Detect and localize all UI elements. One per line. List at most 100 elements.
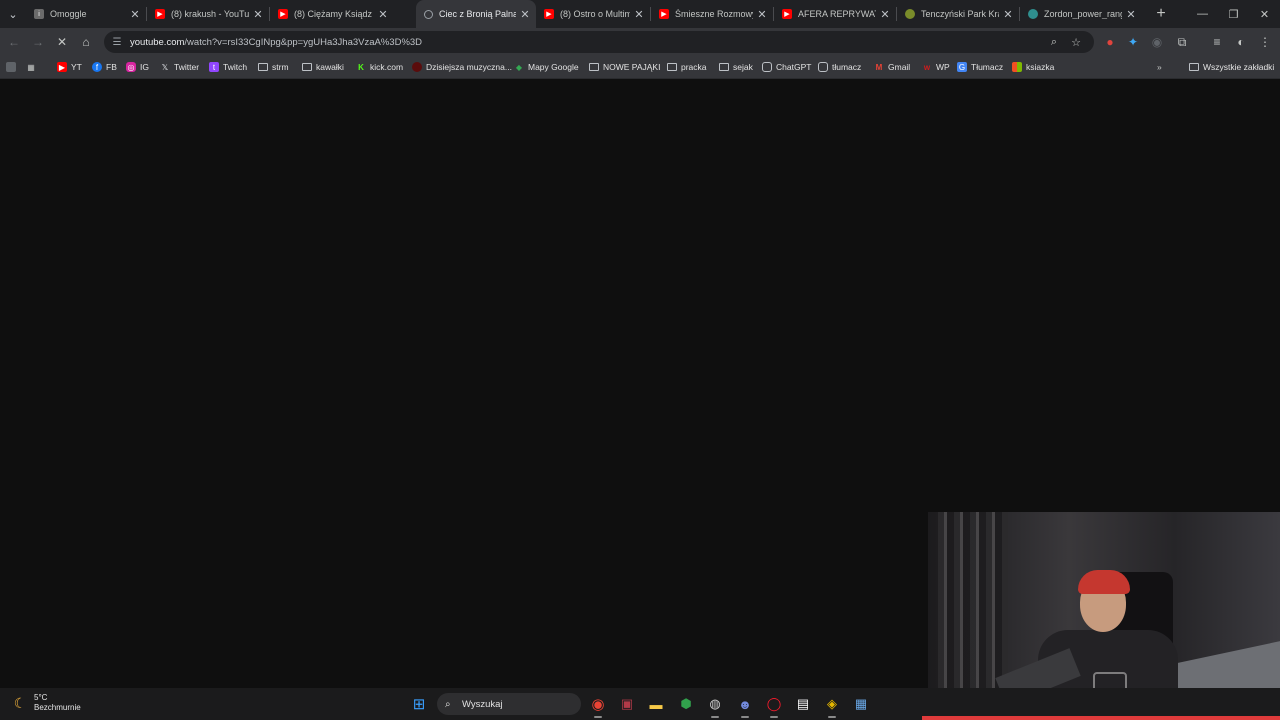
close-window-icon[interactable]: ✕	[1249, 0, 1280, 28]
bookmark-muzyczna[interactable]: Dzisiejsza muzyczna...	[412, 60, 512, 74]
bookmark-gmail[interactable]: M Gmail	[874, 60, 911, 74]
translate-icon	[818, 62, 828, 72]
bookmark-folder-sejak[interactable]: sejak	[719, 60, 753, 74]
site-info-icon[interactable]: ☰	[110, 37, 124, 48]
steam-icon[interactable]: ◍	[706, 695, 724, 713]
bookmark-kick[interactable]: Kkick.com	[356, 60, 403, 74]
bookmark-ksiazka[interactable]: ksiazka	[1012, 60, 1054, 74]
back-arrow-icon[interactable]: ←	[4, 32, 24, 52]
chrome-icon[interactable]: ◉	[589, 695, 607, 713]
browser-toolbar: ← → ✕ ⌂ ☰ youtube.com/watch?v=rsI33CgINp…	[0, 28, 1280, 56]
tab-ostro[interactable]: ▶ (8) Ostro o Multim # ✕	[536, 0, 650, 28]
gmail-icon: M	[875, 62, 883, 72]
tab-tenczynski[interactable]: Tenczyński Park Kraje ✕	[897, 0, 1019, 28]
running-indicator	[711, 716, 719, 718]
taskbar-search[interactable]: ⌕ Wyszukaj	[437, 693, 581, 715]
bookmarks-overflow-chevron-icon[interactable]: »	[1157, 60, 1162, 74]
bookmark-ig[interactable]: ◎ IG	[126, 60, 149, 74]
stack-app-icon[interactable]: ◈	[823, 695, 841, 713]
discord-icon[interactable]: ☻	[736, 695, 754, 713]
wp-icon: w	[923, 62, 931, 72]
kick-icon: K	[358, 62, 364, 72]
close-icon[interactable]: ✕	[880, 8, 890, 21]
youtube-icon: ▶	[544, 9, 554, 19]
forward-arrow-icon[interactable]: →	[28, 32, 48, 52]
media-control-icon[interactable]: ≡	[1207, 32, 1227, 52]
bookmark-folder-kawalki[interactable]: kawałki	[302, 60, 344, 74]
apps-icon: ▦	[27, 62, 35, 72]
close-icon[interactable]: ✕	[757, 8, 767, 21]
tab-omoggle[interactable]: i Omoggle ✕	[26, 0, 146, 28]
close-icon[interactable]: ✕	[634, 8, 644, 21]
bookmark-star-icon[interactable]: ☆	[1068, 34, 1084, 50]
close-icon[interactable]: ✕	[1126, 8, 1136, 21]
omoggle-icon: i	[34, 9, 44, 19]
park-icon	[905, 9, 915, 19]
bookmark-twitter[interactable]: 𝕏 Twitter	[160, 60, 199, 74]
tab-smieszne[interactable]: ▶ Śmieszne Rozmowy ✕	[651, 0, 773, 28]
folder-icon	[258, 63, 268, 71]
bookmark-tlumacz-lower[interactable]: tłumacz	[818, 60, 861, 74]
url-text[interactable]: youtube.com/watch?v=rsI33CgINpg&pp=ygUHa…	[130, 37, 422, 48]
profile-avatar-icon[interactable]: ◐	[1231, 32, 1251, 52]
maps-icon: ◆	[515, 62, 523, 72]
zoom-search-icon[interactable]: ⌕	[1046, 34, 1062, 50]
facebook-icon: f	[92, 62, 102, 72]
bookmark-sidepanel[interactable]	[6, 60, 20, 74]
close-icon[interactable]: ✕	[520, 8, 530, 21]
search-icon: ⌕	[445, 698, 451, 710]
tab-zordon[interactable]: Zordon_power_range ✕	[1020, 0, 1142, 28]
loading-icon	[424, 9, 433, 19]
new-tab-plus-icon[interactable]: +	[1150, 5, 1172, 23]
tab-ciezamy[interactable]: ▶ (8) Ciężamy Ksiądz E ✕	[270, 0, 394, 28]
webcam-bottom-bar	[922, 716, 1280, 720]
youtube-icon: ▶	[659, 9, 669, 19]
bookmark-folder-strm[interactable]: strm	[258, 60, 289, 74]
home-icon[interactable]: ⌂	[76, 32, 96, 52]
bookmark-apps[interactable]: ▦	[26, 60, 40, 74]
address-bar[interactable]: ☰ youtube.com/watch?v=rsI33CgINpg&pp=ygU…	[104, 31, 1094, 53]
bookmark-chatgpt[interactable]: ChatGPT	[762, 60, 811, 74]
notion-icon[interactable]: ▤	[794, 695, 812, 713]
youtube-icon: ▶	[278, 9, 288, 19]
translate-icon: G	[957, 62, 967, 72]
minimize-icon[interactable]: —	[1187, 0, 1218, 28]
file-explorer-icon[interactable]: ▬	[647, 695, 665, 713]
bookmark-fb[interactable]: f FB	[92, 60, 117, 74]
folder-icon	[667, 63, 677, 71]
windows-start-icon[interactable]: ⊞	[410, 695, 428, 713]
close-icon[interactable]: ✕	[130, 8, 140, 21]
restore-icon[interactable]: ❐	[1218, 0, 1249, 28]
close-icon[interactable]: ✕	[253, 8, 263, 21]
calculator-icon[interactable]: ▦	[852, 695, 870, 713]
extension-icon[interactable]: ✦	[1123, 32, 1143, 52]
media-app-icon[interactable]: ▣	[618, 695, 636, 713]
tab-ciec-active[interactable]: Ciec z Bronią Palną m ✕	[416, 0, 536, 28]
tab-afera[interactable]: ▶ AFERA REPRYWATYZ ✕	[774, 0, 896, 28]
bookmark-folder-pracka[interactable]: pracka	[667, 60, 707, 74]
weather-widget[interactable]: ☾ 5°C Bezchmurnie	[12, 693, 81, 713]
close-icon[interactable]: ✕	[1003, 8, 1013, 21]
menu-dots-icon[interactable]: ⋮	[1255, 32, 1275, 52]
stop-loading-icon[interactable]: ✕	[52, 32, 72, 52]
tab-krakush[interactable]: ▶ (8) krakush - YouTube ✕	[147, 0, 269, 28]
record-extension-icon[interactable]: ●	[1100, 32, 1120, 52]
bookmark-tlumacz[interactable]: G Tłumacz	[957, 60, 1003, 74]
bookmark-twitch[interactable]: t Twitch	[209, 60, 247, 74]
running-indicator	[828, 716, 836, 718]
folder-icon	[1189, 63, 1199, 71]
close-icon[interactable]: ✕	[378, 8, 388, 21]
tab-search-chevron-icon[interactable]: ⌄	[0, 0, 26, 28]
opera-icon[interactable]: ◯	[765, 695, 783, 713]
bookmark-folder-nowe-pajaki[interactable]: NOWE PAJĄKI	[589, 60, 660, 74]
bookmark-all-folder[interactable]: Wszystkie zakładki	[1189, 60, 1274, 74]
folder-icon	[302, 63, 312, 71]
bookmark-wp[interactable]: w WP	[922, 60, 950, 74]
bookmark-mapy[interactable]: ◆ Mapy Google	[514, 60, 579, 74]
running-indicator	[594, 716, 602, 718]
extension-icon[interactable]: ◉	[1147, 32, 1167, 52]
extensions-puzzle-icon[interactable]: ⧉	[1172, 32, 1192, 52]
weather-text: 5°C Bezchmurnie	[34, 693, 81, 712]
bookmark-yt[interactable]: ▶ YT	[57, 60, 82, 74]
shield-app-icon[interactable]: ⬢	[677, 695, 695, 713]
